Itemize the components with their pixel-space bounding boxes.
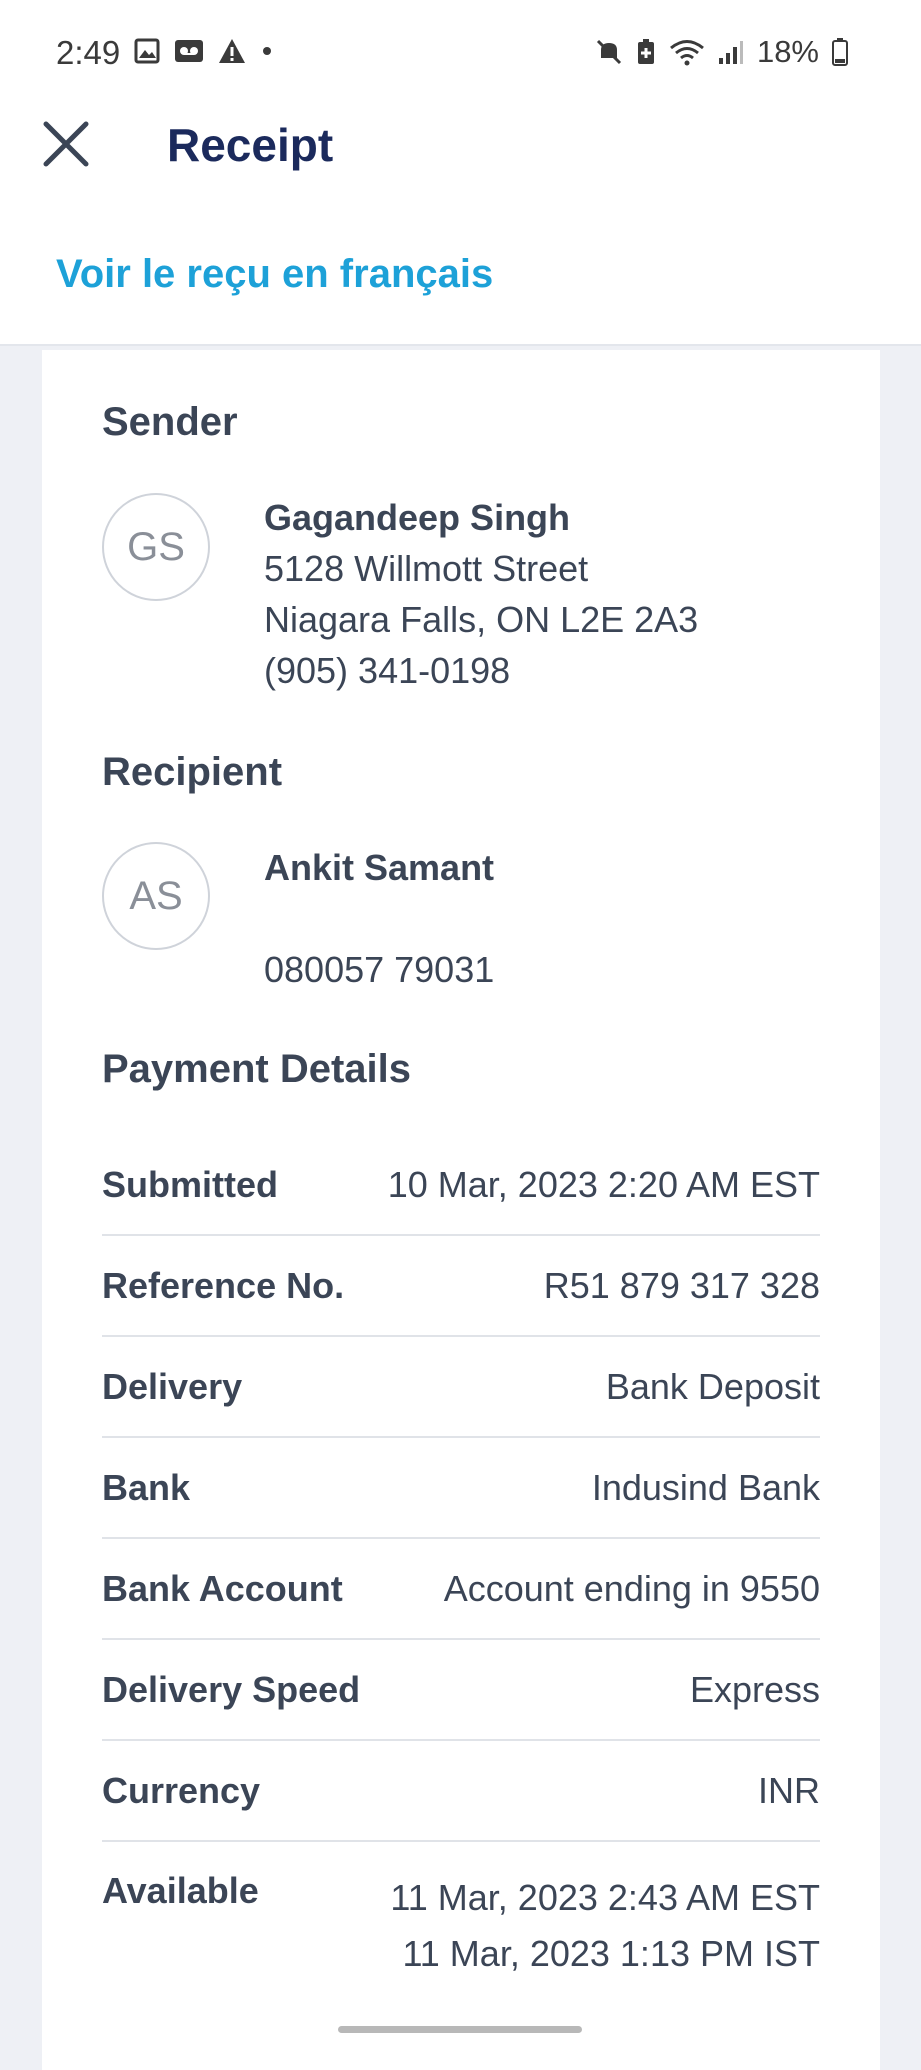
- payment-row-delivery: Delivery Bank Deposit: [102, 1337, 820, 1438]
- row-label: Reference No.: [102, 1264, 345, 1306]
- recipient-details: Ankit Samant 080057 79031: [264, 842, 494, 995]
- row-label: Bank Account: [102, 1567, 343, 1609]
- row-value: Express: [689, 1668, 820, 1710]
- payment-row-submitted: Submitted 10 Mar, 2023 2:20 AM EST: [102, 1135, 820, 1236]
- sender-section-title: Sender: [102, 400, 238, 444]
- payment-row-bank-account: Bank Account Account ending in 9550: [102, 1539, 820, 1640]
- sender-address-line1: 5128 Willmott Street: [264, 548, 589, 589]
- sender-address-line2: Niagara Falls, ON L2E 2A3: [264, 599, 699, 640]
- row-label: Submitted: [102, 1163, 278, 1205]
- warning-icon: [219, 39, 245, 63]
- battery-percent: 18%: [756, 34, 819, 69]
- row-value: Indusind Bank: [591, 1466, 820, 1508]
- sender-avatar: GS: [102, 493, 210, 601]
- french-receipt-link[interactable]: Voir le reçu en français: [56, 252, 493, 297]
- row-label: Delivery Speed: [102, 1668, 361, 1710]
- sender-phone: (905) 341-0198: [264, 650, 511, 691]
- row-value: Account ending in 9550: [443, 1567, 820, 1609]
- wifi-icon: [670, 40, 704, 66]
- status-time: 2:49: [56, 34, 121, 71]
- recipient-phone: 080057 79031: [264, 949, 495, 990]
- row-value: R51 879 317 328: [543, 1264, 820, 1306]
- row-value: 11 Mar, 2023 2:43 AM EST 11 Mar, 2023 1:…: [390, 1870, 820, 1982]
- status-bar: 2:49 18%: [0, 0, 921, 108]
- payment-row-bank: Bank Indusind Bank: [102, 1438, 820, 1539]
- home-indicator[interactable]: [338, 2026, 582, 2033]
- recipient-avatar: AS: [102, 842, 210, 950]
- row-label: Currency: [102, 1769, 261, 1811]
- row-label: Available: [102, 1870, 259, 1911]
- payment-row-currency: Currency INR: [102, 1741, 820, 1842]
- battery-saver-icon: [637, 39, 654, 64]
- system-icons: 18%: [595, 34, 849, 70]
- row-label: Delivery: [102, 1365, 243, 1407]
- row-value: Bank Deposit: [605, 1365, 820, 1407]
- app-bar: Receipt Voir le reçu en français: [0, 108, 921, 346]
- available-time-est: 11 Mar, 2023 2:43 AM EST: [390, 1877, 820, 1918]
- mute-icon: [596, 39, 622, 65]
- image-icon: [134, 38, 160, 64]
- recipient-name: Ankit Samant: [264, 847, 495, 888]
- close-icon[interactable]: [36, 114, 96, 174]
- sender-name: Gagandeep Singh: [264, 497, 571, 538]
- row-label: Bank: [102, 1466, 191, 1508]
- payment-details-table: Submitted 10 Mar, 2023 2:20 AM EST Refer…: [102, 1135, 820, 1982]
- notification-icons: [134, 38, 274, 64]
- payment-row-delivery-speed: Delivery Speed Express: [102, 1640, 820, 1741]
- payment-row-available: Available 11 Mar, 2023 2:43 AM EST 11 Ma…: [102, 1842, 820, 1982]
- sender-details: Gagandeep Singh 5128 Willmott Street Nia…: [264, 492, 698, 696]
- voicemail-icon: [175, 40, 203, 62]
- available-time-ist: 11 Mar, 2023 1:13 PM IST: [402, 1933, 820, 1974]
- dot-icon: [263, 47, 271, 55]
- page-title: Receipt: [167, 119, 334, 171]
- row-value: 10 Mar, 2023 2:20 AM EST: [387, 1163, 820, 1205]
- payment-section-title: Payment Details: [102, 1047, 412, 1091]
- row-value: INR: [758, 1769, 820, 1811]
- recipient-section-title: Recipient: [102, 750, 283, 794]
- battery-icon: [832, 38, 848, 66]
- receipt-card: Sender GS Gagandeep Singh 5128 Willmott …: [42, 350, 880, 2070]
- payment-row-reference: Reference No. R51 879 317 328: [102, 1236, 820, 1337]
- signal-icon: [718, 41, 743, 64]
